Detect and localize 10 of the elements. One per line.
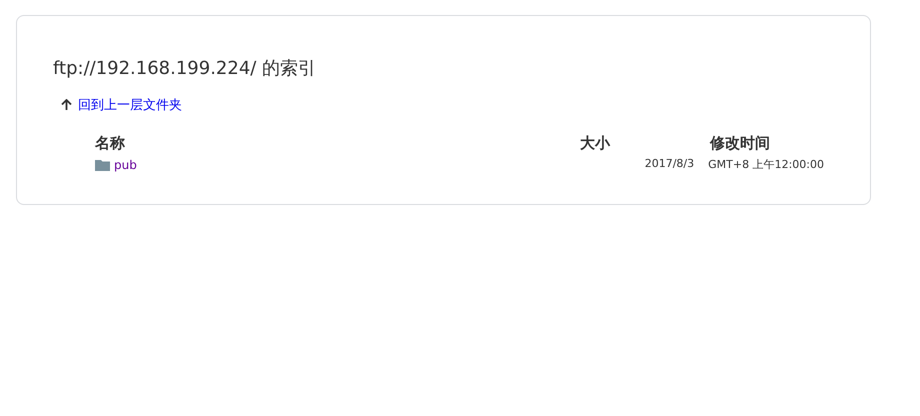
modified-date: 2017/8/3: [644, 157, 694, 172]
column-header: 大小: [579, 134, 610, 154]
modified-time: GMT+8 上午12:00:00: [708, 157, 824, 172]
column-header: 名称: [95, 134, 126, 154]
page-title: ftp://192.168.199.224/ 的索引: [53, 57, 318, 80]
column-header: 修改时间: [708, 134, 771, 154]
up-arrow-icon: [61, 99, 72, 111]
folder-link[interactable]: pub: [114, 158, 137, 172]
parent-folder-link[interactable]: 回到上一层文件夹: [78, 96, 182, 114]
folder-icon: [95, 158, 110, 170]
